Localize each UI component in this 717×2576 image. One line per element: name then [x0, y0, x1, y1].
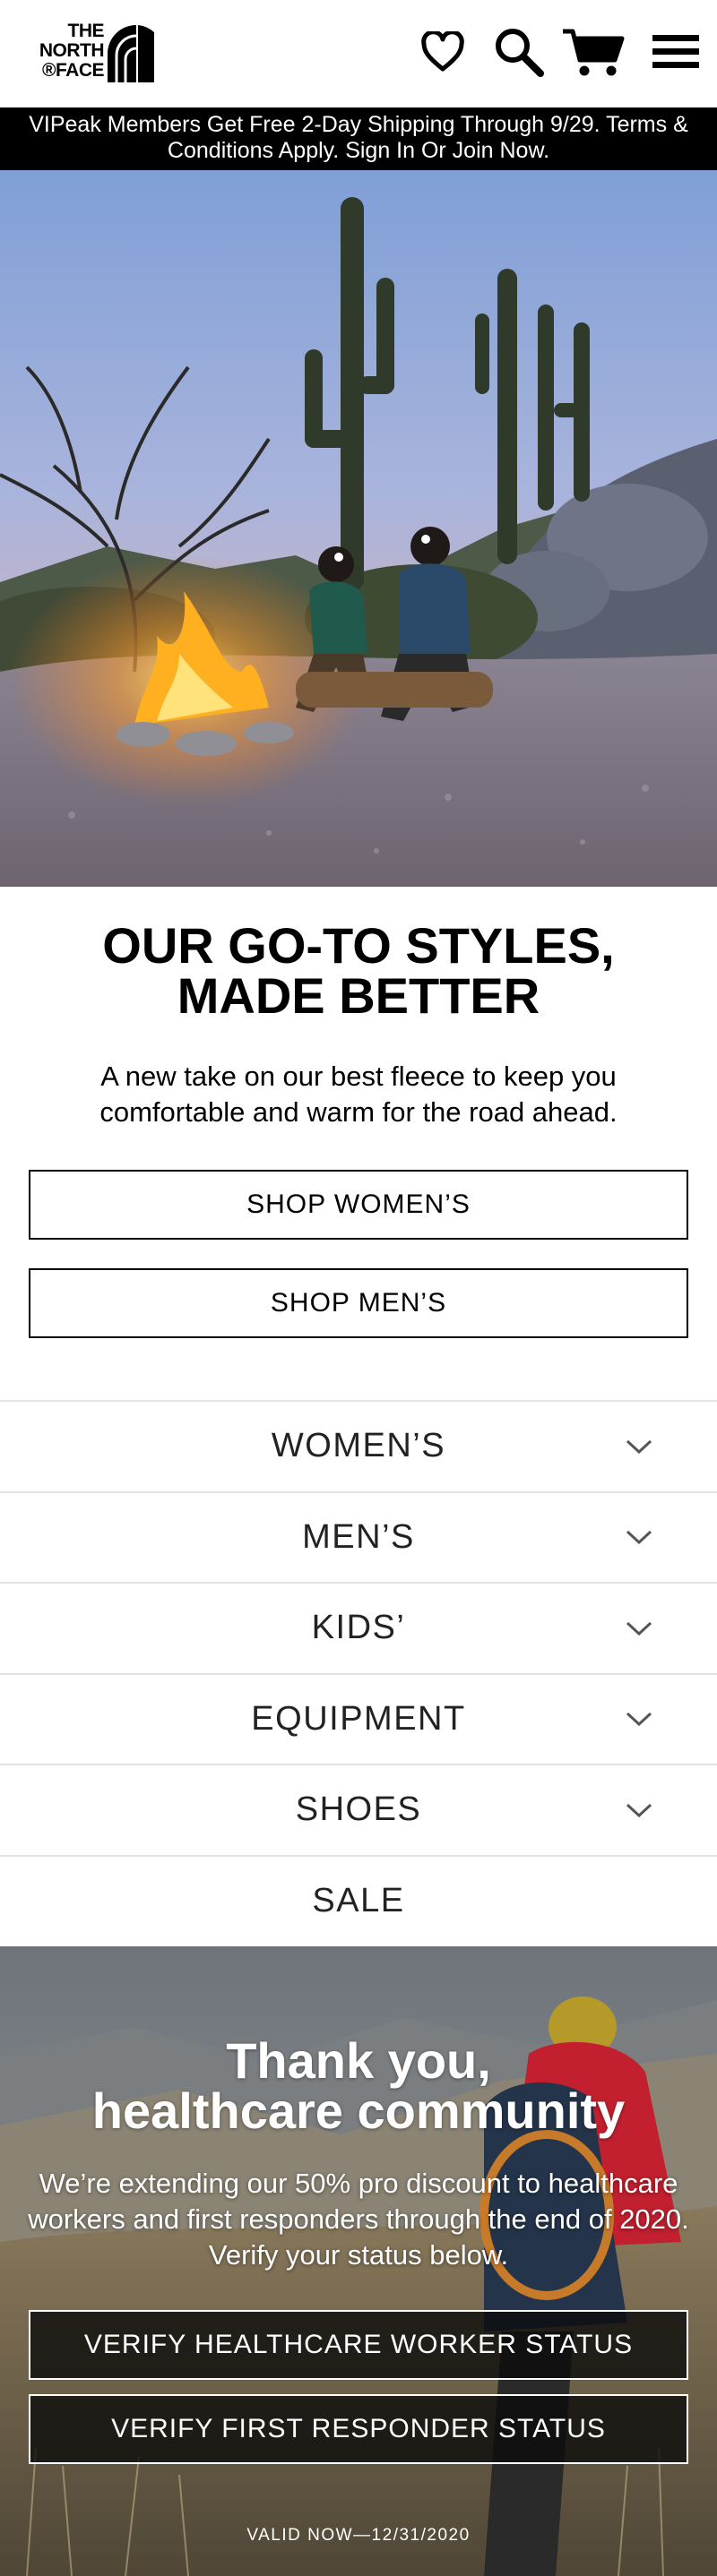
hero-image[interactable]: [0, 170, 717, 887]
healthcare-promo: Thank you, healthcare community We’re ex…: [0, 1946, 717, 2576]
search-icon[interactable]: [491, 25, 547, 79]
promo-text: VIPeak Members Get Free 2-Day Shipping T…: [29, 112, 688, 163]
nav-item-mens[interactable]: MEN’S: [0, 1490, 717, 1583]
chevron-down-icon: [626, 1713, 652, 1727]
nav-item-womens[interactable]: WOMEN’S: [0, 1400, 717, 1491]
favorites-heart-icon[interactable]: [418, 25, 468, 79]
the-north-face-logo[interactable]: THE NORTH ®FACE: [22, 21, 156, 86]
nav-item-sale[interactable]: SALE: [0, 1854, 717, 1946]
category-nav: WOMEN’S MEN’S KIDS’ EQUIPMENT SHOES SALE: [0, 1400, 717, 1945]
shop-womens-button[interactable]: SHOP WOMEN’S: [29, 1170, 688, 1240]
feature-subtext: A new take on our best fleece to keep yo…: [99, 1060, 618, 1128]
half-dome-icon: [108, 25, 154, 82]
site-header: THE NORTH ®FACE: [0, 0, 717, 107]
nav-item-label: KIDS’: [311, 1609, 406, 1647]
nav-item-label: WOMEN’S: [271, 1427, 446, 1465]
nav-item-shoes[interactable]: SHOES: [0, 1764, 717, 1855]
logo-wordmark: THE NORTH ®FACE: [39, 21, 105, 81]
healthcare-title: Thank you, healthcare community: [18, 2036, 699, 2136]
shop-mens-button[interactable]: SHOP MEN’S: [29, 1268, 688, 1338]
feature-headline: OUR GO-TO STYLES, MADE BETTER: [36, 921, 681, 1021]
campfire-desert-scene: [0, 170, 717, 887]
headline-line-2: MADE BETTER: [177, 967, 540, 1024]
headline-line-1: OUR GO-TO STYLES,: [102, 917, 615, 974]
nav-item-kids[interactable]: KIDS’: [0, 1582, 717, 1673]
nav-item-label: EQUIPMENT: [251, 1699, 466, 1738]
verify-first-responder-button[interactable]: VERIFY FIRST RESPONDER STATUS: [29, 2394, 688, 2464]
healthcare-title-line-2: healthcare community: [91, 2082, 626, 2139]
cart-icon[interactable]: [561, 25, 626, 79]
chevron-down-icon: [626, 1439, 652, 1454]
healthcare-body: We’re extending our 50% pro discount to …: [28, 2168, 689, 2271]
verify-healthcare-worker-button[interactable]: VERIFY HEALTHCARE WORKER STATUS: [29, 2310, 688, 2380]
valid-date-text: VALID NOW—12/31/2020: [246, 2526, 471, 2545]
shipping-promo-banner[interactable]: VIPeak Members Get Free 2-Day Shipping T…: [0, 107, 717, 170]
nav-item-label: SHOES: [295, 1790, 422, 1829]
chevron-down-icon: [626, 1621, 652, 1636]
healthcare-title-line-1: Thank you,: [226, 2032, 491, 2089]
nav-item-equipment[interactable]: EQUIPMENT: [0, 1672, 717, 1765]
chevron-down-icon: [626, 1803, 652, 1817]
chevron-down-icon: [626, 1531, 652, 1545]
menu-icon[interactable]: [649, 25, 703, 79]
nav-item-label: SALE: [312, 1881, 405, 1919]
nav-item-label: MEN’S: [302, 1517, 415, 1556]
